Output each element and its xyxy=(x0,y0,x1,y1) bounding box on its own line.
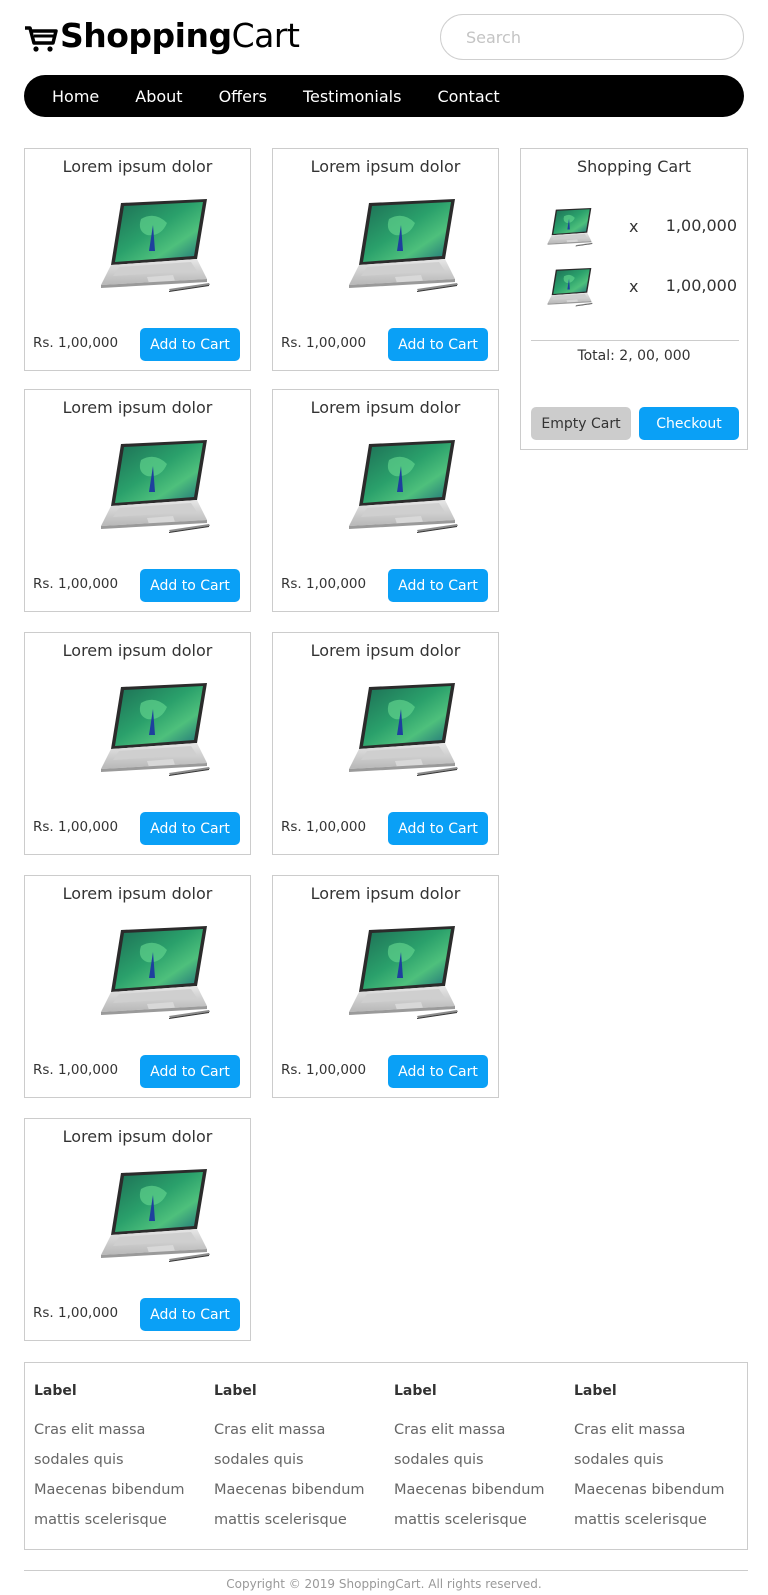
footer-link[interactable]: mattis scelerisque xyxy=(394,1505,564,1535)
footer-label: Label xyxy=(34,1383,77,1399)
product-title: Lorem ipsum dolor xyxy=(310,884,461,903)
nav-home[interactable]: Home xyxy=(52,87,99,106)
product-price: Rs. 1,00,000 xyxy=(281,819,367,835)
laptop-image xyxy=(61,1165,211,1265)
cart-item: x 1,00,000 xyxy=(531,205,737,249)
header: ShoppingCart xyxy=(24,14,744,60)
footer-column: Label Cras elit massa sodales quis Maece… xyxy=(34,1383,204,1535)
footer-link[interactable]: Cras elit massa xyxy=(574,1415,744,1445)
footer-column: Label Cras elit massa sodales quis Maece… xyxy=(394,1383,564,1535)
product-card: Lorem ipsum dolor Rs. 1,00,000 Add to Ca… xyxy=(24,1118,251,1341)
footer-link[interactable]: Maecenas bibendum xyxy=(34,1475,204,1505)
product-title: Lorem ipsum dolor xyxy=(62,1127,213,1146)
cart-divider xyxy=(531,340,739,341)
footer-links: Label Cras elit massa sodales quis Maece… xyxy=(24,1362,748,1550)
footer-column: Label Cras elit massa sodales quis Maece… xyxy=(574,1383,744,1535)
product-price: Rs. 1,00,000 xyxy=(33,819,119,835)
laptop-image xyxy=(309,436,459,536)
footer-link[interactable]: Maecenas bibendum xyxy=(214,1475,384,1505)
footer-column: Label Cras elit massa sodales quis Maece… xyxy=(214,1383,384,1535)
add-to-cart-button[interactable]: Add to Cart xyxy=(388,1055,488,1088)
footer-link[interactable]: Maecenas bibendum xyxy=(574,1475,744,1505)
search-input[interactable] xyxy=(440,14,744,60)
add-to-cart-button[interactable]: Add to Cart xyxy=(140,1055,240,1088)
laptop-image xyxy=(61,922,211,1022)
cart-item-multiplier: x xyxy=(629,217,639,236)
add-to-cart-button[interactable]: Add to Cart xyxy=(140,569,240,602)
laptop-image xyxy=(61,195,211,295)
laptop-image xyxy=(309,195,459,295)
cart-total: Total: 2, 00, 000 xyxy=(577,348,691,364)
cart-item-price: 1,00,000 xyxy=(665,276,737,295)
nav-testimonials[interactable]: Testimonials xyxy=(303,87,402,106)
footer-label: Label xyxy=(394,1383,437,1399)
nav-offers[interactable]: Offers xyxy=(219,87,267,106)
footer-link[interactable]: sodales quis xyxy=(574,1445,744,1475)
shopping-cart-icon xyxy=(25,26,58,52)
product-card: Lorem ipsum dolor Rs. 1,00,000 Add to Ca… xyxy=(272,632,499,855)
product-price: Rs. 1,00,000 xyxy=(33,1305,119,1321)
laptop-image xyxy=(309,922,459,1022)
product-price: Rs. 1,00,000 xyxy=(33,576,119,592)
laptop-image xyxy=(61,679,211,779)
footer-link[interactable]: sodales quis xyxy=(394,1445,564,1475)
footer-label: Label xyxy=(574,1383,617,1399)
product-card: Lorem ipsum dolor Rs. 1,00,000 Add to Ca… xyxy=(24,148,251,371)
product-title: Lorem ipsum dolor xyxy=(62,641,213,660)
add-to-cart-button[interactable]: Add to Cart xyxy=(140,812,240,845)
add-to-cart-button[interactable]: Add to Cart xyxy=(140,328,240,361)
product-card: Lorem ipsum dolor Rs. 1,00,000 Add to Ca… xyxy=(24,632,251,855)
product-title: Lorem ipsum dolor xyxy=(62,398,213,417)
brand-logo[interactable]: ShoppingCart xyxy=(24,16,300,56)
product-price: Rs. 1,00,000 xyxy=(33,1062,119,1078)
laptop-thumbnail xyxy=(531,205,593,249)
footer-link[interactable]: mattis scelerisque xyxy=(214,1505,384,1535)
add-to-cart-button[interactable]: Add to Cart xyxy=(140,1298,240,1331)
empty-cart-button[interactable]: Empty Cart xyxy=(531,407,631,440)
product-card: Lorem ipsum dolor Rs. 1,00,000 Add to Ca… xyxy=(24,875,251,1098)
add-to-cart-button[interactable]: Add to Cart xyxy=(388,812,488,845)
cart-title: Shopping Cart xyxy=(576,157,692,176)
copyright-text: Copyright © 2019 ShoppingCart. All right… xyxy=(226,1577,542,1591)
footer-link[interactable]: Maecenas bibendum xyxy=(394,1475,564,1505)
footer-divider xyxy=(24,1570,748,1571)
product-title: Lorem ipsum dolor xyxy=(310,398,461,417)
footer-label: Label xyxy=(214,1383,257,1399)
product-price: Rs. 1,00,000 xyxy=(281,1062,367,1078)
product-title: Lorem ipsum dolor xyxy=(310,641,461,660)
product-price: Rs. 1,00,000 xyxy=(33,335,119,351)
main-nav: Home About Offers Testimonials Contact xyxy=(24,75,744,117)
product-price: Rs. 1,00,000 xyxy=(281,576,367,592)
footer-link[interactable]: Cras elit massa xyxy=(214,1415,384,1445)
nav-contact[interactable]: Contact xyxy=(437,87,499,106)
checkout-button[interactable]: Checkout xyxy=(639,407,739,440)
footer-link[interactable]: mattis scelerisque xyxy=(574,1505,744,1535)
product-price: Rs. 1,00,000 xyxy=(281,335,367,351)
footer-link[interactable]: Cras elit massa xyxy=(34,1415,204,1445)
footer-link[interactable]: sodales quis xyxy=(214,1445,384,1475)
add-to-cart-button[interactable]: Add to Cart xyxy=(388,569,488,602)
product-title: Lorem ipsum dolor xyxy=(62,884,213,903)
nav-about[interactable]: About xyxy=(135,87,182,106)
cart-item-multiplier: x xyxy=(629,277,639,296)
brand-name: ShoppingCart xyxy=(60,16,300,55)
product-card: Lorem ipsum dolor Rs. 1,00,000 Add to Ca… xyxy=(272,389,499,612)
laptop-image xyxy=(61,436,211,536)
product-card: Lorem ipsum dolor Rs. 1,00,000 Add to Ca… xyxy=(272,148,499,371)
footer-link[interactable]: mattis scelerisque xyxy=(34,1505,204,1535)
cart-item-price: 1,00,000 xyxy=(665,216,737,235)
laptop-thumbnail xyxy=(531,265,593,309)
add-to-cart-button[interactable]: Add to Cart xyxy=(388,328,488,361)
cart-item: x 1,00,000 xyxy=(531,265,737,309)
laptop-image xyxy=(309,679,459,779)
product-title: Lorem ipsum dolor xyxy=(62,157,213,176)
product-title: Lorem ipsum dolor xyxy=(310,157,461,176)
footer-link[interactable]: sodales quis xyxy=(34,1445,204,1475)
shopping-cart-panel: Shopping Cart x 1,00,000 x 1,00,000 Tota… xyxy=(520,148,748,450)
product-card: Lorem ipsum dolor Rs. 1,00,000 Add to Ca… xyxy=(24,389,251,612)
product-card: Lorem ipsum dolor Rs. 1,00,000 Add to Ca… xyxy=(272,875,499,1098)
footer-link[interactable]: Cras elit massa xyxy=(394,1415,564,1445)
